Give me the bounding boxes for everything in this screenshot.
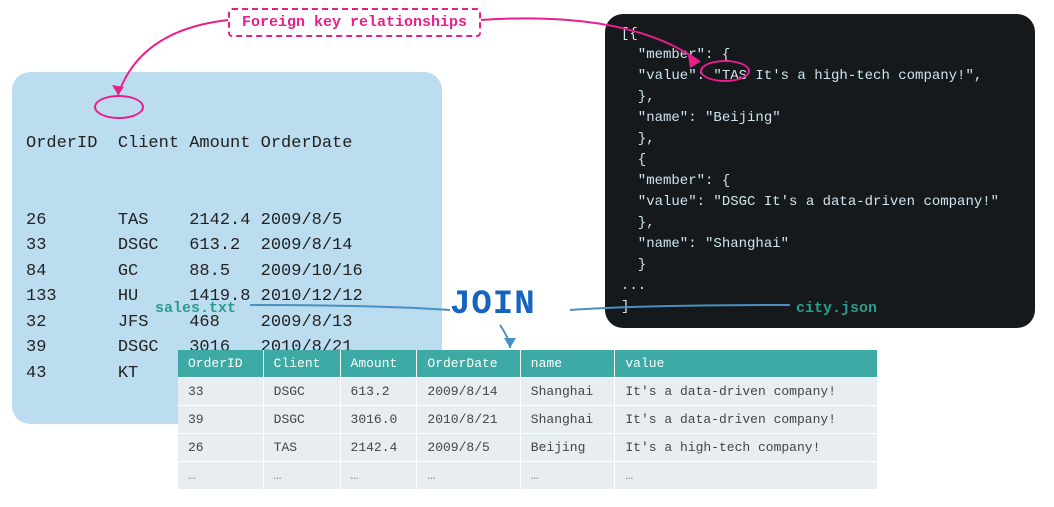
json-line: },: [621, 129, 1019, 150]
sales-row: 26 TAS 2142.4 2009/8/5: [26, 208, 428, 234]
city-filename-label: city.json: [796, 300, 877, 317]
result-cell: It's a data-driven company!: [615, 378, 878, 406]
sales-row: 84 GC 88.5 2009/10/16: [26, 259, 428, 285]
result-cell: 2009/8/14: [417, 378, 520, 406]
sales-header-row: OrderID Client Amount OrderDate: [26, 131, 428, 157]
result-cell: …: [615, 462, 878, 490]
table-row: 33DSGC613.22009/8/14ShanghaiIt's a data-…: [178, 378, 878, 406]
json-line: },: [621, 87, 1019, 108]
sales-filename-label: sales.txt: [155, 300, 236, 317]
sales-row: 33 DSGC 613.2 2009/8/14: [26, 233, 428, 259]
result-cell: It's a data-driven company!: [615, 406, 878, 434]
result-cell: DSGC: [263, 406, 340, 434]
json-line: "name": "Beijing": [621, 108, 1019, 129]
result-cell: Beijing: [520, 434, 615, 462]
json-line: [{: [621, 24, 1019, 45]
result-cell: …: [178, 462, 263, 490]
json-panel: [{ "member": { "value": "TAS It's a high…: [605, 14, 1035, 328]
foreign-key-label: Foreign key relationships: [228, 8, 481, 37]
result-cell: 39: [178, 406, 263, 434]
json-line: }: [621, 255, 1019, 276]
highlight-circle-right: [700, 60, 750, 82]
result-cell: 33: [178, 378, 263, 406]
result-cell: 3016.0: [340, 406, 417, 434]
result-cell: …: [417, 462, 520, 490]
result-header-cell: Client: [263, 350, 340, 378]
result-cell: 2009/8/5: [417, 434, 520, 462]
result-cell: It's a high-tech company!: [615, 434, 878, 462]
json-line: "name": "Shanghai": [621, 234, 1019, 255]
table-row: ………………: [178, 462, 878, 490]
result-cell: 613.2: [340, 378, 417, 406]
result-header-cell: OrderDate: [417, 350, 520, 378]
result-cell: TAS: [263, 434, 340, 462]
result-cell: 2010/8/21: [417, 406, 520, 434]
json-line: ...: [621, 276, 1019, 297]
result-cell: DSGC: [263, 378, 340, 406]
result-header-row: OrderIDClientAmountOrderDatenamevalue: [178, 350, 878, 378]
result-table: OrderIDClientAmountOrderDatenamevalue 33…: [178, 350, 878, 489]
json-line: "member": {: [621, 45, 1019, 66]
result-cell: Shanghai: [520, 378, 615, 406]
highlight-circle-left: [94, 95, 144, 119]
result-cell: …: [520, 462, 615, 490]
json-line: "value": "DSGC It's a data-driven compan…: [621, 192, 1019, 213]
result-header-cell: name: [520, 350, 615, 378]
json-line: {: [621, 150, 1019, 171]
result-cell: …: [263, 462, 340, 490]
result-header-cell: value: [615, 350, 878, 378]
json-line: "member": {: [621, 171, 1019, 192]
result-header-cell: OrderID: [178, 350, 263, 378]
result-header-cell: Amount: [340, 350, 417, 378]
json-line: "value": "TAS It's a high-tech company!"…: [621, 66, 1019, 87]
result-cell: 26: [178, 434, 263, 462]
table-row: 39DSGC3016.02010/8/21ShanghaiIt's a data…: [178, 406, 878, 434]
table-row: 26TAS2142.42009/8/5BeijingIt's a high-te…: [178, 434, 878, 462]
join-label: JOIN: [450, 286, 536, 324]
result-body: 33DSGC613.22009/8/14ShanghaiIt's a data-…: [178, 378, 878, 490]
result-cell: Shanghai: [520, 406, 615, 434]
result-cell: …: [340, 462, 417, 490]
result-cell: 2142.4: [340, 434, 417, 462]
json-line: },: [621, 213, 1019, 234]
